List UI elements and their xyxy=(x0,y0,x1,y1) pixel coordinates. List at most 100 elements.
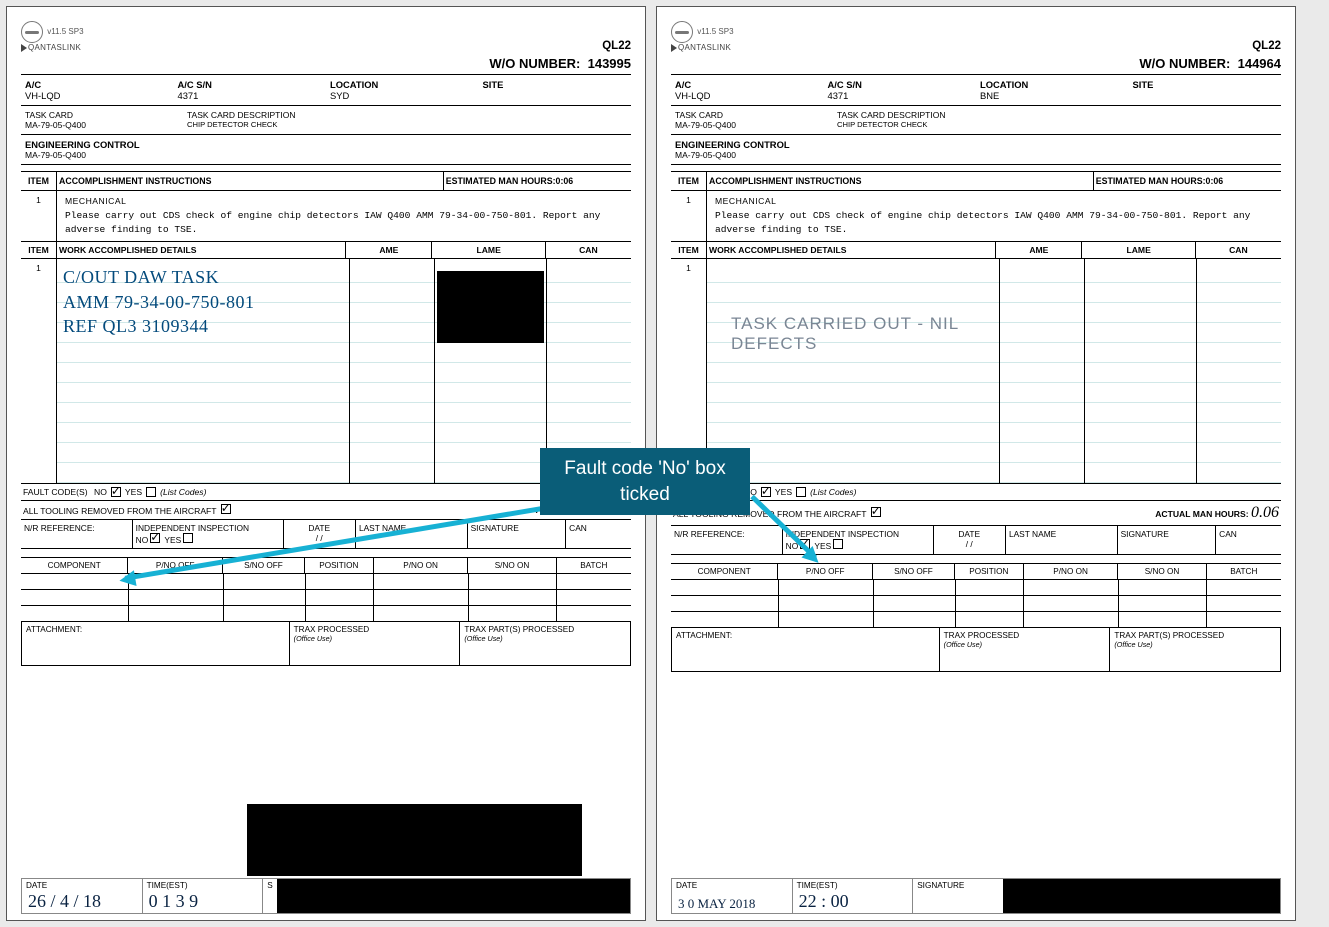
w-lame: LAME xyxy=(432,242,545,258)
nr-yes-checkbox[interactable] xyxy=(833,539,843,549)
taskcard-label: TASK CARD xyxy=(25,110,179,120)
footer-date-hand: 26 / 4 / 18 xyxy=(28,891,101,912)
tooling-checkbox[interactable] xyxy=(221,504,231,514)
footer-date: DATE 3 0 MAY 2018 xyxy=(672,879,793,913)
eng-label: ENGINEERING CONTROL xyxy=(25,139,627,150)
fault-list: (List Codes) xyxy=(160,487,206,497)
work-acc-header: ITEM WORK ACCOMPLISHED DETAILS AME LAME … xyxy=(21,242,631,259)
hand-line-2: AMM 79-34-00-750-801 xyxy=(63,290,343,314)
instructions-body: 1 MECHANICAL Please carry out CDS check … xyxy=(21,191,631,242)
hand-line-1: C/OUT DAW TASK xyxy=(63,265,343,289)
mech-label: MECHANICAL xyxy=(65,195,623,207)
tooling-checkbox[interactable] xyxy=(871,507,881,517)
attachment-row: ATTACHMENT: TRAX PROCESSED(Office Use) T… xyxy=(671,628,1281,672)
col-emh: ESTIMATED MAN HOURS:0:06 xyxy=(444,172,631,190)
footer-box: DATE 26 / 4 / 18 TIME(EST) 0 1 3 9 S xyxy=(21,878,631,914)
wo-line: W/O NUMBER: 144964 xyxy=(671,56,1281,75)
footer-time-hand: 0 1 3 9 xyxy=(149,891,199,912)
fault-no-checkbox[interactable] xyxy=(761,487,771,497)
handwriting: C/OUT DAW TASK AMM 79-34-00-750-801 REF … xyxy=(57,259,349,344)
instructions-header: ITEM ACCOMPLISHMENT INSTRUCTIONS ESTIMAT… xyxy=(671,171,1281,191)
wo-line: W/O NUMBER: 143995 xyxy=(21,56,631,75)
logo-block: v11.5 SP3 QANTASLINK xyxy=(671,21,734,52)
wacc-details: C/OUT DAW TASK AMM 79-34-00-750-801 REF … xyxy=(57,259,350,483)
col-instr: ACCOMPLISHMENT INSTRUCTIONS xyxy=(57,172,444,190)
fault-yes-checkbox[interactable] xyxy=(796,487,806,497)
taskcard-desc-label: TASK CARD DESCRIPTION xyxy=(187,110,627,120)
aircraft-header: A/CVH-LQD A/C S/N4371 LOCATIONBNE SITE xyxy=(671,75,1281,106)
component-row xyxy=(671,596,1281,612)
version-text: v11.5 SP3 xyxy=(697,27,733,36)
loc-label: LOCATION xyxy=(330,79,475,90)
footer-time: TIME(EST) 22 : 00 xyxy=(793,879,914,913)
footer-date: DATE 26 / 4 / 18 xyxy=(22,879,143,913)
sn-label: A/C S/N xyxy=(178,79,323,90)
wo-label: W/O NUMBER: xyxy=(1139,56,1230,71)
redacted-sig xyxy=(277,879,630,913)
trax-parts: TRAX PART(S) PROCESSED(Office Use) xyxy=(460,622,630,665)
nr-yes-checkbox[interactable] xyxy=(183,533,193,543)
annotation-callout: Fault code 'No' box ticked xyxy=(540,448,750,515)
version-text: v11.5 SP3 xyxy=(47,27,83,36)
fault-label: FAULT CODE(S) xyxy=(23,487,88,497)
logo-block: v11.5 SP3 QANTASLINK xyxy=(21,21,84,52)
attachment-row: ATTACHMENT: TRAX PROCESSED(Office Use) T… xyxy=(21,622,631,666)
form-code: QL22 xyxy=(602,40,631,52)
instr-text-body: Please carry out CDS check of engine chi… xyxy=(65,210,600,235)
redacted-sig xyxy=(1003,879,1280,913)
footer-sig: S xyxy=(263,879,630,913)
sn-val: 4371 xyxy=(178,90,323,101)
site-label: SITE xyxy=(483,79,628,90)
eng-val: MA-79-05-Q400 xyxy=(25,150,627,160)
redacted-schedule-block xyxy=(247,804,582,876)
component-header: COMPONENT P/NO OFF S/NO OFF POSITION P/N… xyxy=(21,557,631,574)
nr-insp: INDEPENDENT INSPECTION NO YES xyxy=(133,520,284,548)
wacc-ame-cell xyxy=(350,259,435,483)
nr-no-checkbox[interactable] xyxy=(150,533,160,543)
instr-item: 1 xyxy=(21,191,57,241)
footer-box: DATE 3 0 MAY 2018 TIME(EST) 22 : 00 SIGN… xyxy=(671,878,1281,914)
loc-val: SYD xyxy=(330,90,475,101)
task-card-sheet-right: v11.5 SP3 QANTASLINK QL22 W/O NUMBER: 14… xyxy=(656,6,1296,921)
component-row xyxy=(21,590,631,606)
eng-control: ENGINEERING CONTROL MA-79-05-Q400 xyxy=(671,135,1281,165)
trax-proc: TRAX PROCESSED(Office Use) xyxy=(290,622,461,665)
fault-no-checkbox[interactable] xyxy=(111,487,121,497)
aircraft-header: A/CVH-LQD A/C S/N4371 LOCATIONSYD SITE xyxy=(21,75,631,106)
work-acc-body: 1 TASK CARRIED OUT - NIL DEFECTS xyxy=(671,259,1281,484)
taskcard-val: MA-79-05-Q400 xyxy=(25,120,179,130)
work-acc-header: ITEM WORK ACCOMPLISHED DETAILS AME LAME … xyxy=(671,242,1281,259)
fault-yes: YES xyxy=(125,487,142,497)
actual-mh-value: 0.06 xyxy=(1251,504,1279,521)
w-can: CAN xyxy=(546,242,631,258)
w-det: WORK ACCOMPLISHED DETAILS xyxy=(57,242,346,258)
stamp-text: TASK CARRIED OUT - NIL DEFECTS xyxy=(731,314,999,354)
attach-label: ATTACHMENT: xyxy=(22,622,290,665)
wo-number: 143995 xyxy=(588,56,631,71)
ac-val: VH-LQD xyxy=(25,90,170,101)
component-row xyxy=(21,606,631,622)
nr-ref: N/R REFERENCE: xyxy=(21,520,133,548)
tooling-label: ALL TOOLING REMOVED FROM THE AIRCRAFT xyxy=(23,506,216,516)
component-header: COMPONENT P/NO OFF S/NO OFF POSITION P/N… xyxy=(671,563,1281,580)
w-ame: AME xyxy=(346,242,432,258)
footer-time: TIME(EST) 0 1 3 9 xyxy=(143,879,264,913)
brand-text: QANTASLINK xyxy=(671,43,731,52)
wacc-details: TASK CARRIED OUT - NIL DEFECTS xyxy=(707,259,1000,483)
instructions-body: 1 MECHANICAL Please carry out CDS check … xyxy=(671,191,1281,242)
eng-control: ENGINEERING CONTROL MA-79-05-Q400 xyxy=(21,135,631,165)
wo-label: W/O NUMBER: xyxy=(489,56,580,71)
ac-label: A/C xyxy=(25,79,170,90)
footer-sig: SIGNATURE xyxy=(913,879,1280,913)
component-row xyxy=(671,612,1281,628)
fault-yes-checkbox[interactable] xyxy=(146,487,156,497)
task-card-row: TASK CARDMA-79-05-Q400 TASK CARD DESCRIP… xyxy=(671,106,1281,135)
col-item: ITEM xyxy=(21,172,57,190)
fault-no: NO xyxy=(94,487,107,497)
component-row xyxy=(671,580,1281,596)
instr-text: MECHANICAL Please carry out CDS check of… xyxy=(57,191,631,241)
task-card-row: TASK CARDMA-79-05-Q400 TASK CARD DESCRIP… xyxy=(21,106,631,135)
logo-icon xyxy=(21,21,43,43)
form-code: QL22 xyxy=(1252,40,1281,52)
nr-can: CAN xyxy=(566,520,631,548)
